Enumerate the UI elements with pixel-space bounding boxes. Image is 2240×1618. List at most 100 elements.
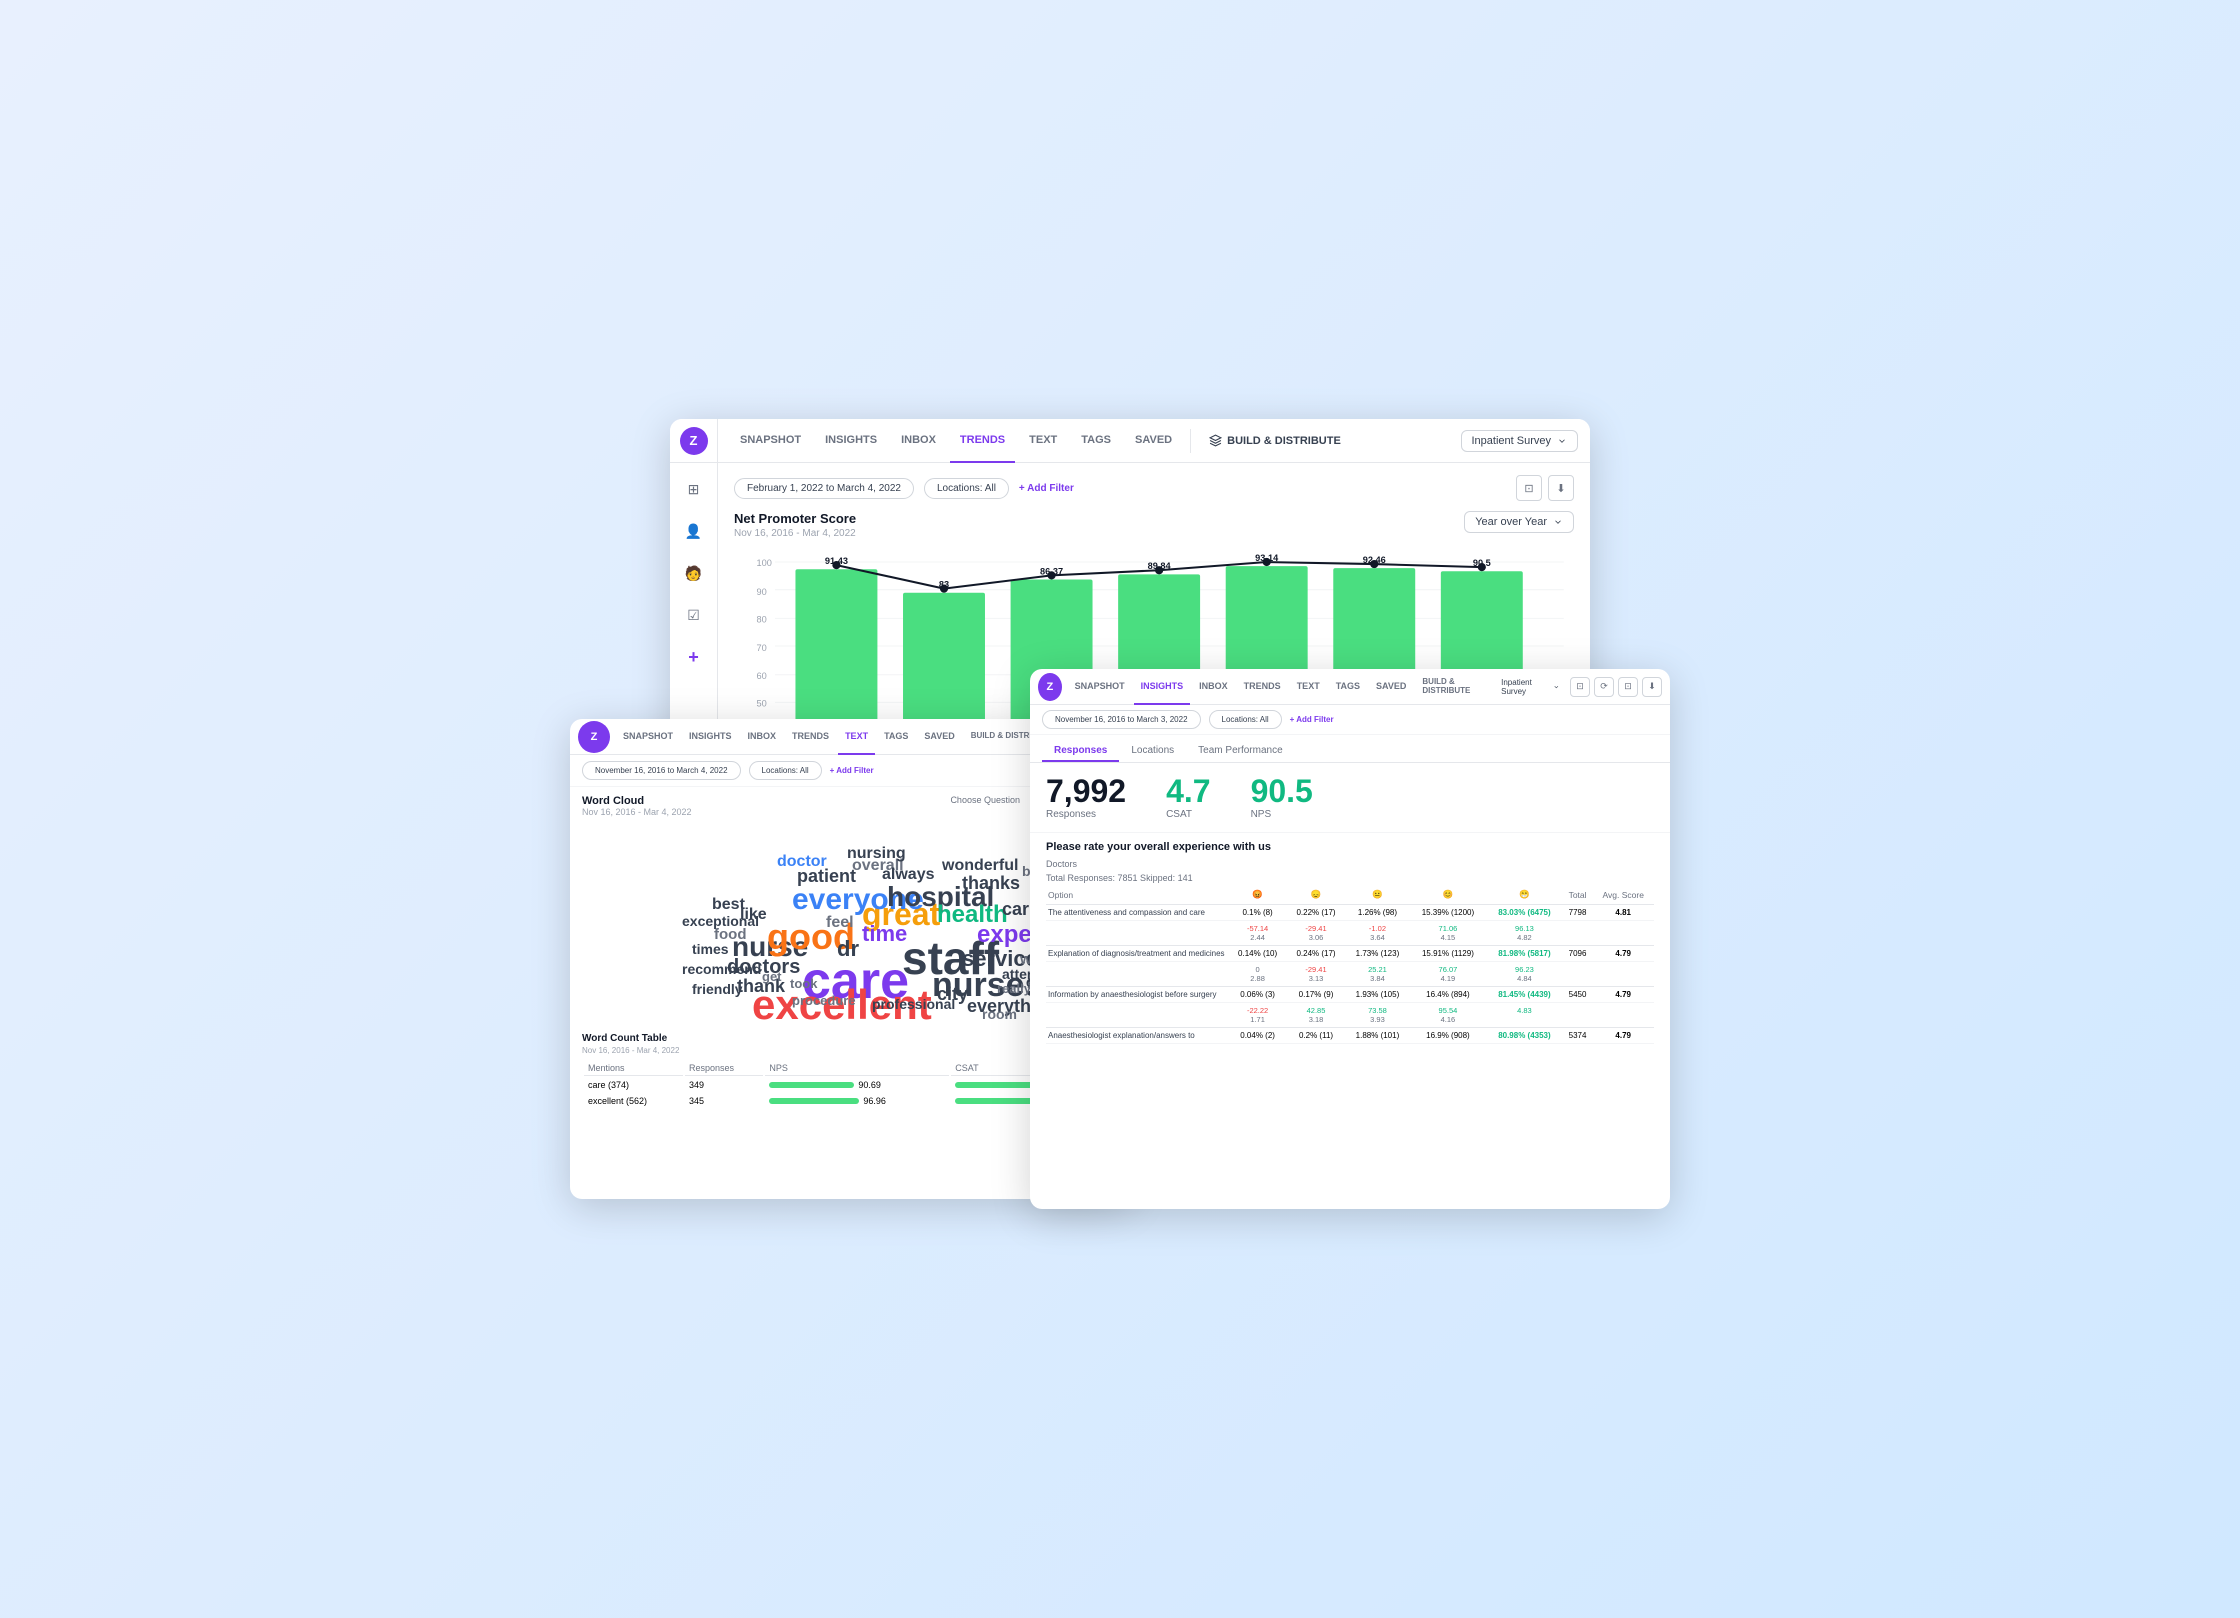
sidebar-plus-icon[interactable]: + [680, 643, 708, 671]
tab-team-performance[interactable]: Team Performance [1186, 741, 1294, 762]
svg-text:60: 60 [757, 671, 767, 681]
text-date-filter[interactable]: November 16, 2016 to March 4, 2022 [582, 761, 741, 780]
ratings-sub-row: -22.22 1.71 42.85 3.18 73.58 3.93 95.54 … [1046, 1003, 1654, 1028]
ratings-sub-row: 0 2.88 -29.41 3.13 25.21 3.84 76.07 4.19… [1046, 962, 1654, 987]
snap-topbar: Z SNAPSHOT INSIGHTS INBOX TRENDS TEXT TA… [1030, 669, 1670, 705]
snap-logo: Z [1038, 673, 1062, 701]
snap-nav-text[interactable]: TEXT [1290, 669, 1327, 705]
logo: Z [680, 427, 708, 455]
word-item[interactable]: dr [837, 936, 859, 962]
text-add-filter[interactable]: + Add Filter [830, 766, 874, 775]
nav-trends[interactable]: TRENDS [950, 419, 1015, 463]
word-item[interactable]: patient [797, 866, 856, 887]
topbar: Z SNAPSHOT INSIGHTS INBOX TRENDS TEXT TA… [670, 419, 1590, 463]
text-nav-inbox[interactable]: INBOX [741, 719, 784, 755]
snapshot-window: Z SNAPSHOT INSIGHTS INBOX TRENDS TEXT TA… [1030, 669, 1670, 1209]
text-nav-snapshot[interactable]: SNAPSHOT [616, 719, 680, 755]
snap-filter-bar: November 16, 2016 to March 3, 2022 Locat… [1030, 705, 1670, 735]
word-item[interactable]: feel [826, 914, 854, 932]
snap-totals: Total Responses: 7851 Skipped: 141 [1030, 871, 1670, 885]
ratings-sub-row: -57.14 2.44 -29.41 3.06 -1.02 3.64 71.06… [1046, 921, 1654, 946]
locations-filter[interactable]: Locations: All [924, 478, 1009, 499]
nps-score: 90.5 [1251, 775, 1313, 807]
snap-nav-inbox[interactable]: INBOX [1192, 669, 1235, 705]
sidebar-person-icon[interactable]: 🧑 [680, 559, 708, 587]
text-nav-trends[interactable]: TRENDS [785, 719, 836, 755]
ratings-table: Option 😡 😞 😐 😊 😁 Total Avg. Score The at… [1030, 885, 1670, 1044]
snap-add-filter[interactable]: + Add Filter [1290, 715, 1334, 724]
nav-tags[interactable]: TAGS [1071, 419, 1121, 463]
word-item[interactable]: nursing [847, 845, 906, 863]
snap-icon-1[interactable]: ⊡ [1570, 677, 1590, 697]
survey-dropdown[interactable]: Inpatient Survey [1461, 430, 1579, 452]
svg-text:100: 100 [757, 558, 772, 568]
metric-nps: 90.5 NPS [1251, 775, 1313, 820]
nps-label: NPS [1251, 809, 1313, 820]
ratings-row: Anaesthesiologist explanation/answers to… [1046, 1028, 1654, 1044]
sidebar-user-icon[interactable]: 👤 [680, 517, 708, 545]
word-item[interactable]: thanks [962, 873, 1020, 894]
add-filter-btn[interactable]: + Add Filter [1019, 483, 1074, 494]
chart-subtitle: Nov 16, 2016 - Mar 4, 2022 [734, 528, 856, 539]
svg-text:70: 70 [757, 643, 767, 653]
text-nav-insights[interactable]: INSIGHTS [682, 719, 739, 755]
snap-nav-snapshot[interactable]: SNAPSHOT [1068, 669, 1132, 705]
wordcloud-subtitle: Nov 16, 2016 - Mar 4, 2022 [582, 807, 692, 817]
share-icon-btn[interactable]: ⊡ [1516, 475, 1542, 501]
snap-icon-3[interactable]: ⊡ [1618, 677, 1638, 697]
snap-nav-insights[interactable]: INSIGHTS [1134, 669, 1191, 705]
word-item[interactable]: time [862, 921, 907, 947]
snap-icon-2[interactable]: ⟳ [1594, 677, 1614, 697]
word-item[interactable]: always [882, 866, 934, 884]
word-item[interactable]: really [997, 981, 1031, 996]
wcount-col-responses: Responses [685, 1061, 763, 1076]
snap-survey-selector[interactable]: Inpatient Survey [1501, 678, 1560, 696]
word-item[interactable]: room [982, 1006, 1017, 1021]
responses-label: Responses [1046, 809, 1126, 820]
tab-responses[interactable]: Responses [1042, 741, 1119, 762]
nav-saved[interactable]: SAVED [1125, 419, 1182, 463]
word-item[interactable]: times [692, 941, 729, 957]
text-nav-saved[interactable]: SAVED [917, 719, 961, 755]
sidebar-check-icon[interactable]: ☑ [680, 601, 708, 629]
word-item[interactable]: recommend [682, 961, 761, 977]
snap-loc-filter[interactable]: Locations: All [1209, 710, 1282, 729]
wordcloud-question-label: Choose Question [950, 795, 1020, 805]
snap-nav-tags[interactable]: TAGS [1329, 669, 1367, 705]
word-item[interactable]: health [937, 901, 1008, 929]
nav-insights[interactable]: INSIGHTS [815, 419, 887, 463]
snap-nav-trends[interactable]: TRENDS [1237, 669, 1288, 705]
word-item[interactable]: procedure [792, 993, 856, 1008]
nav-build[interactable]: BUILD & DISTRIBUTE [1199, 434, 1351, 447]
snap-category: Doctors [1030, 857, 1670, 871]
ratings-row: The attentiveness and compassion and car… [1046, 905, 1654, 921]
word-item[interactable]: took [790, 976, 817, 991]
text-loc-filter[interactable]: Locations: All [749, 761, 822, 780]
snap-metrics: 7,992 Responses 4.7 CSAT 90.5 NPS [1030, 763, 1670, 833]
snap-nav-build[interactable]: BUILD & DISTRIBUTE [1415, 669, 1499, 705]
wcount-col-mentions: Mentions [584, 1061, 683, 1076]
word-item[interactable]: get [762, 969, 782, 984]
sidebar-grid-icon[interactable]: ⊞ [680, 475, 708, 503]
snap-question: Please rate your overall experience with… [1030, 833, 1670, 857]
yoy-dropdown[interactable]: Year over Year [1464, 511, 1574, 533]
snap-nav-saved[interactable]: SAVED [1369, 669, 1413, 705]
nav-snapshot[interactable]: SNAPSHOT [730, 419, 811, 463]
download-icon-btn[interactable]: ⬇ [1548, 475, 1574, 501]
text-nav-tags[interactable]: TAGS [877, 719, 915, 755]
date-filter[interactable]: February 1, 2022 to March 4, 2022 [734, 478, 914, 499]
filter-bar: February 1, 2022 to March 4, 2022 Locati… [734, 475, 1574, 501]
word-item[interactable]: friendly [692, 981, 743, 997]
word-item[interactable]: like [740, 906, 767, 924]
nav-inbox[interactable]: INBOX [891, 419, 946, 463]
word-item[interactable]: professional [872, 996, 955, 1012]
nav-text[interactable]: TEXT [1019, 419, 1067, 463]
text-nav-text[interactable]: TEXT [838, 719, 875, 755]
snap-icon-4[interactable]: ⬇ [1642, 677, 1662, 697]
tab-locations[interactable]: Locations [1119, 741, 1186, 762]
csat-score: 4.7 [1166, 775, 1210, 807]
svg-text:90: 90 [757, 587, 767, 597]
snap-date-filter[interactable]: November 16, 2016 to March 3, 2022 [1042, 710, 1201, 729]
snap-tabs: Responses Locations Team Performance [1030, 735, 1670, 763]
text-logo: Z [578, 721, 610, 753]
